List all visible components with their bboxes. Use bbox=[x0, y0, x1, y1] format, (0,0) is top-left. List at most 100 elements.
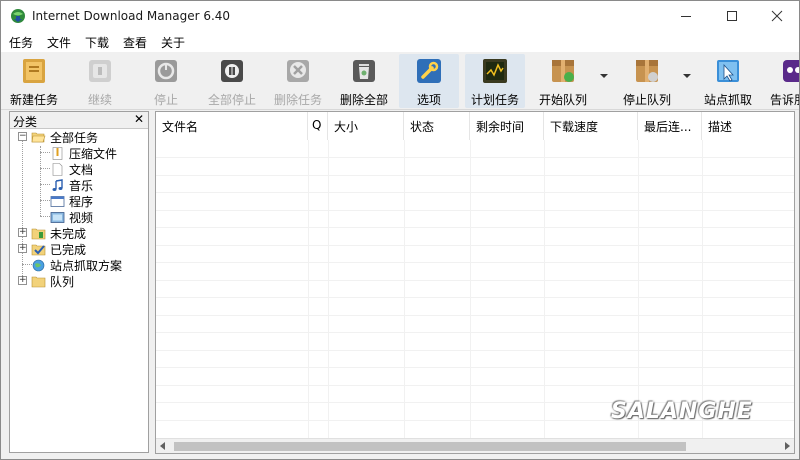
tree-expander-queues[interactable]: + bbox=[18, 276, 27, 285]
menu-about[interactable]: 关于 bbox=[161, 34, 185, 51]
menu-file[interactable]: 文件 bbox=[47, 34, 71, 51]
grid-row-line bbox=[156, 385, 794, 386]
program-window-icon bbox=[50, 195, 65, 207]
minimize-icon bbox=[681, 16, 691, 17]
stop-queue-dropdown-arrow[interactable] bbox=[683, 74, 691, 78]
zip-file-icon bbox=[52, 146, 63, 160]
tree-expander-finished[interactable]: + bbox=[18, 244, 27, 253]
document-icon bbox=[52, 162, 63, 176]
grid-row-line bbox=[156, 157, 794, 158]
tree-item-queues[interactable]: 队列 bbox=[31, 273, 74, 289]
grid-row-line bbox=[156, 297, 794, 298]
column-header-status[interactable]: 状态 bbox=[404, 112, 470, 140]
column-header-queue[interactable]: Q bbox=[308, 112, 328, 140]
grid-row-line bbox=[156, 175, 794, 176]
new-task-icon bbox=[19, 56, 49, 86]
column-header-time-left[interactable]: 剩余时间 bbox=[470, 112, 544, 140]
scroll-left-arrow-icon[interactable] bbox=[160, 442, 165, 450]
stop-all-button[interactable]: 全部停止 bbox=[203, 54, 261, 108]
tell-friend-icon bbox=[779, 56, 799, 86]
tree-expander-all[interactable]: − bbox=[18, 132, 27, 141]
menu-bar: 任务 文件 下载 查看 关于 bbox=[1, 31, 799, 52]
tree-label: 压缩文件 bbox=[69, 146, 118, 161]
delete-all-button[interactable]: 删除全部 bbox=[335, 54, 393, 108]
resume-icon bbox=[85, 56, 115, 86]
tree-label: 音乐 bbox=[69, 178, 94, 193]
tree-label: 站点抓取方案 bbox=[50, 258, 123, 273]
minimize-button[interactable] bbox=[663, 1, 709, 31]
maximize-button[interactable] bbox=[709, 1, 755, 31]
grid-row-line bbox=[156, 245, 794, 246]
tree-label: 程序 bbox=[69, 194, 94, 209]
stop-label: 停止 bbox=[153, 93, 178, 107]
categories-pane: 分类 ✕ − 全部任务 压缩文件 文档 音乐 程序 视频 + 未完成 + 已完成… bbox=[9, 111, 149, 453]
stop-queue-button[interactable]: 停止队列 bbox=[617, 54, 677, 108]
categories-header: 分类 ✕ bbox=[10, 112, 148, 129]
column-header-transfer-rate[interactable]: 下载速度 bbox=[544, 112, 638, 140]
globe-icon bbox=[32, 259, 45, 271]
grid-row-line bbox=[156, 210, 794, 211]
close-button[interactable] bbox=[754, 1, 799, 31]
grid-column-line bbox=[328, 140, 329, 440]
folder-icon bbox=[31, 276, 46, 287]
tree-item-documents[interactable]: 文档 bbox=[50, 161, 93, 177]
maximize-icon bbox=[727, 11, 737, 21]
tree-line bbox=[40, 152, 50, 153]
menu-view[interactable]: 查看 bbox=[123, 34, 147, 51]
tree-expander-unfinished[interactable]: + bbox=[18, 228, 27, 237]
tree-item-unfinished[interactable]: 未完成 bbox=[31, 225, 86, 241]
scrollbar-thumb[interactable] bbox=[174, 442, 686, 451]
tell-friend-label: 告诉朋友 bbox=[769, 93, 799, 107]
start-queue-dropdown-arrow[interactable] bbox=[600, 74, 608, 78]
column-header-size[interactable]: 大小 bbox=[328, 112, 404, 140]
tree-label: 文档 bbox=[69, 162, 94, 177]
categories-close-icon[interactable]: ✕ bbox=[134, 112, 144, 126]
start-queue-button[interactable]: 开始队列 bbox=[533, 54, 593, 108]
scroll-right-arrow-icon[interactable] bbox=[785, 442, 790, 450]
options-label: 选项 bbox=[416, 93, 441, 107]
tree-item-music[interactable]: 音乐 bbox=[50, 177, 93, 193]
start-queue-label: 开始队列 bbox=[538, 93, 587, 107]
app-window: Internet Download Manager 6.40 任务 文件 下载 … bbox=[0, 0, 800, 460]
grid-row-line bbox=[156, 192, 794, 193]
grid-column-line bbox=[638, 140, 639, 440]
tree-label: 队列 bbox=[50, 274, 75, 289]
stop-all-icon bbox=[217, 56, 247, 86]
new-task-button[interactable]: 新建任务 bbox=[5, 54, 63, 108]
column-header-file-name[interactable]: 文件名 bbox=[156, 112, 308, 140]
tree-line bbox=[22, 140, 23, 280]
resume-button[interactable]: 继续 bbox=[71, 54, 129, 108]
tree-item-finished[interactable]: 已完成 bbox=[31, 241, 86, 257]
stop-queue-label: 停止队列 bbox=[622, 93, 671, 107]
tree-item-video[interactable]: 视频 bbox=[50, 209, 93, 225]
menu-downloads[interactable]: 下载 bbox=[85, 34, 109, 51]
horizontal-scrollbar[interactable] bbox=[156, 438, 794, 453]
stop-button[interactable]: 停止 bbox=[137, 54, 195, 108]
idm-logo-icon bbox=[11, 9, 25, 23]
menu-tasks[interactable]: 任务 bbox=[9, 34, 33, 51]
tree-line bbox=[40, 184, 50, 185]
tell-friend-button[interactable]: 告诉朋友 bbox=[765, 54, 799, 108]
tree-item-grabber-projects[interactable]: 站点抓取方案 bbox=[31, 257, 122, 273]
grid-row-line bbox=[156, 350, 794, 351]
tree-label: 视频 bbox=[69, 210, 94, 225]
toolbar: 新建任务 继续 停止 全部停止 删除任务 删除全部 选项 计划任务 开始队列 停… bbox=[1, 52, 799, 110]
tree-item-programs[interactable]: 程序 bbox=[50, 193, 93, 209]
tree-label: 全部任务 bbox=[50, 130, 99, 145]
options-button[interactable]: 选项 bbox=[399, 54, 459, 108]
delete-task-button[interactable]: 删除任务 bbox=[269, 54, 327, 108]
tree-item-all-tasks[interactable]: 全部任务 bbox=[31, 129, 98, 145]
tree-line bbox=[40, 200, 50, 201]
tree-item-compressed[interactable]: 压缩文件 bbox=[50, 145, 117, 161]
unfinished-folder-icon bbox=[31, 228, 46, 239]
delete-task-icon bbox=[283, 56, 313, 86]
column-header-description[interactable]: 描述 bbox=[702, 112, 794, 140]
scheduler-icon bbox=[480, 56, 510, 86]
site-grabber-button[interactable]: 站点抓取 bbox=[699, 54, 757, 108]
open-folder-icon bbox=[31, 132, 46, 142]
start-queue-icon bbox=[548, 56, 578, 86]
scheduler-button[interactable]: 计划任务 bbox=[465, 54, 525, 108]
wrench-icon bbox=[414, 56, 444, 86]
grid-row-line bbox=[156, 280, 794, 281]
column-header-last-try[interactable]: 最后连... bbox=[638, 112, 702, 140]
